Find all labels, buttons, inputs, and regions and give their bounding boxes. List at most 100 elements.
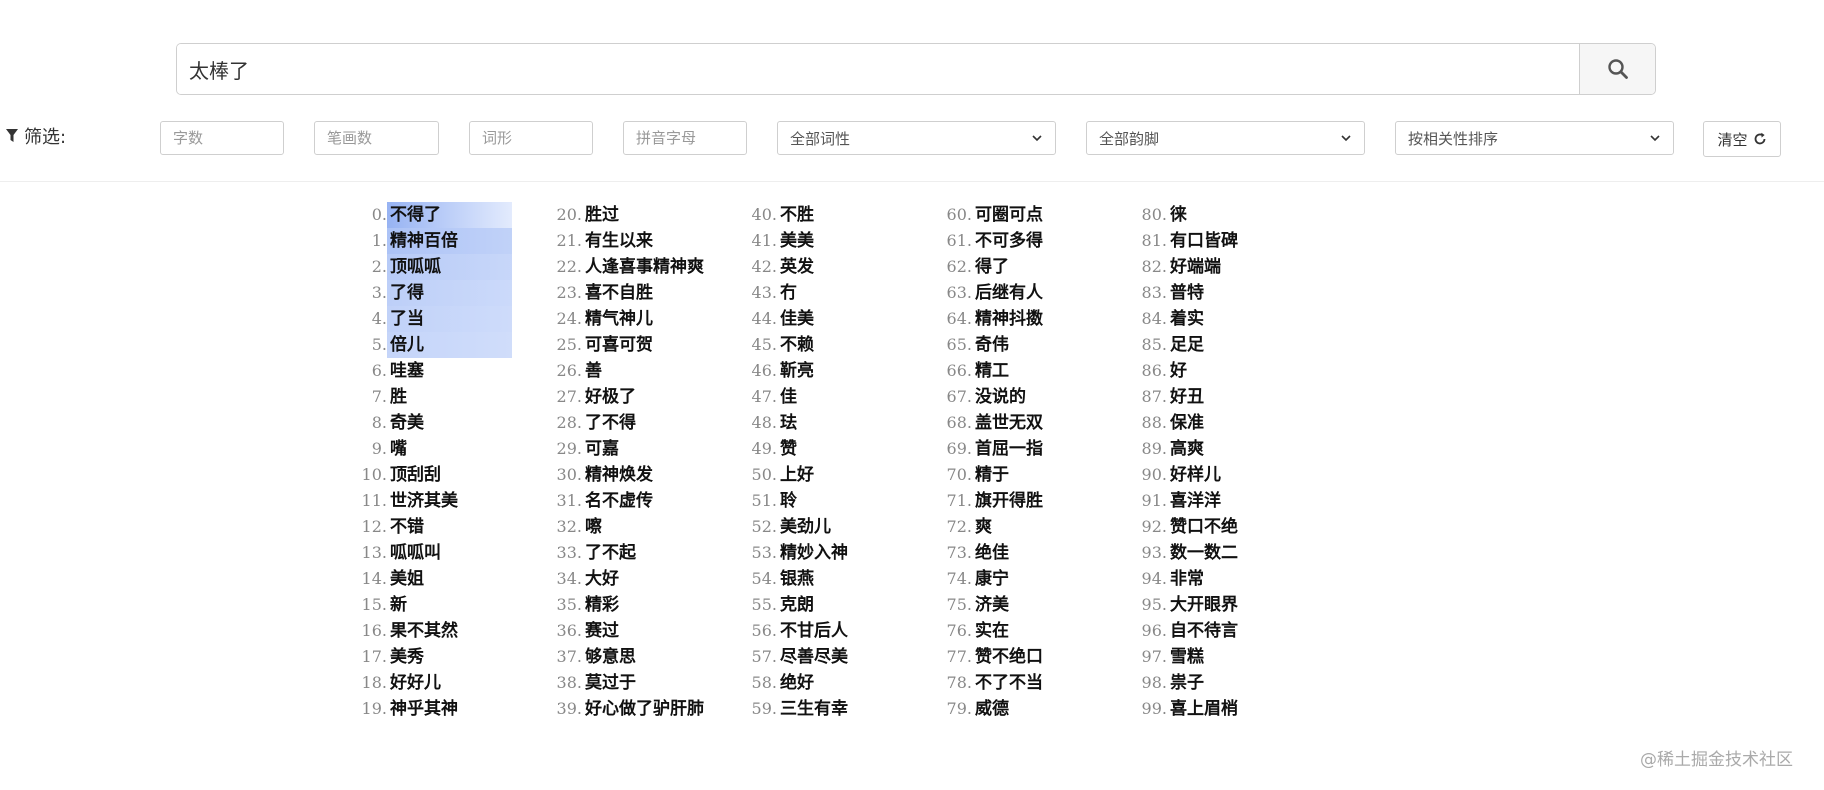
char-count-input[interactable] xyxy=(160,121,284,155)
result-item[interactable]: 24. 精气神儿 xyxy=(547,306,712,332)
result-item[interactable]: 28. 了不得 xyxy=(547,410,712,436)
result-item[interactable]: 95. 大开眼界 xyxy=(1132,592,1297,618)
result-item[interactable]: 37. 够意思 xyxy=(547,644,712,670)
result-item[interactable]: 29. 可嘉 xyxy=(547,436,712,462)
result-item[interactable]: 80. 徕 xyxy=(1132,202,1297,228)
result-item[interactable]: 77. 赞不绝口 xyxy=(937,644,1102,670)
result-item[interactable]: 26. 善 xyxy=(547,358,712,384)
result-item[interactable]: 92. 赞口不绝 xyxy=(1132,514,1297,540)
result-item[interactable]: 34. 大好 xyxy=(547,566,712,592)
result-item[interactable]: 73. 绝佳 xyxy=(937,540,1102,566)
pos-select[interactable]: 全部词性 xyxy=(777,121,1056,155)
result-item[interactable]: 65. 奇伟 xyxy=(937,332,1102,358)
result-item[interactable]: 40. 不胜 xyxy=(742,202,907,228)
result-item[interactable]: 66. 精工 xyxy=(937,358,1102,384)
result-item[interactable]: 53. 精妙入神 xyxy=(742,540,907,566)
result-item[interactable]: 47. 佳 xyxy=(742,384,907,410)
result-item[interactable]: 32. 嚓 xyxy=(547,514,712,540)
result-item[interactable]: 4. 了当 xyxy=(352,306,517,332)
result-item[interactable]: 5. 倍儿 xyxy=(352,332,517,358)
result-item[interactable]: 85. 足足 xyxy=(1132,332,1297,358)
result-item[interactable]: 94. 非常 xyxy=(1132,566,1297,592)
result-item[interactable]: 59. 三生有幸 xyxy=(742,696,907,722)
result-item[interactable]: 81. 有口皆碑 xyxy=(1132,228,1297,254)
result-item[interactable]: 49. 赞 xyxy=(742,436,907,462)
rhyme-select[interactable]: 全部韵脚 xyxy=(1086,121,1365,155)
result-item[interactable]: 89. 高爽 xyxy=(1132,436,1297,462)
result-item[interactable]: 86. 好 xyxy=(1132,358,1297,384)
result-item[interactable]: 87. 好丑 xyxy=(1132,384,1297,410)
result-item[interactable]: 78. 不了不当 xyxy=(937,670,1102,696)
result-item[interactable]: 7. 胜 xyxy=(352,384,517,410)
result-item[interactable]: 23. 喜不自胜 xyxy=(547,280,712,306)
result-item[interactable]: 12. 不错 xyxy=(352,514,517,540)
result-item[interactable]: 93. 数一数二 xyxy=(1132,540,1297,566)
stroke-count-input[interactable] xyxy=(314,121,439,155)
result-item[interactable]: 64. 精神抖擞 xyxy=(937,306,1102,332)
result-item[interactable]: 72. 爽 xyxy=(937,514,1102,540)
result-item[interactable]: 35. 精彩 xyxy=(547,592,712,618)
result-item[interactable]: 18. 好好儿 xyxy=(352,670,517,696)
result-item[interactable]: 19. 神乎其神 xyxy=(352,696,517,722)
result-item[interactable]: 8. 奇美 xyxy=(352,410,517,436)
result-item[interactable]: 20. 胜过 xyxy=(547,202,712,228)
search-input[interactable] xyxy=(177,44,1579,94)
result-item[interactable]: 99. 喜上眉梢 xyxy=(1132,696,1297,722)
result-item[interactable]: 82. 好端端 xyxy=(1132,254,1297,280)
result-item[interactable]: 48. 珐 xyxy=(742,410,907,436)
result-item[interactable]: 45. 不赖 xyxy=(742,332,907,358)
pinyin-input[interactable] xyxy=(623,121,747,155)
word-form-input[interactable] xyxy=(469,121,593,155)
result-item[interactable]: 68. 盖世无双 xyxy=(937,410,1102,436)
result-item[interactable]: 15. 新 xyxy=(352,592,517,618)
result-item[interactable]: 67. 没说的 xyxy=(937,384,1102,410)
result-item[interactable]: 36. 赛过 xyxy=(547,618,712,644)
result-item[interactable]: 63. 后继有人 xyxy=(937,280,1102,306)
result-item[interactable]: 70. 精于 xyxy=(937,462,1102,488)
result-item[interactable]: 83. 普特 xyxy=(1132,280,1297,306)
result-item[interactable]: 56. 不甘后人 xyxy=(742,618,907,644)
result-item[interactable]: 97. 雪糕 xyxy=(1132,644,1297,670)
result-item[interactable]: 74. 康宁 xyxy=(937,566,1102,592)
result-item[interactable]: 17. 美秀 xyxy=(352,644,517,670)
result-item[interactable]: 13. 呱呱叫 xyxy=(352,540,517,566)
result-item[interactable]: 54. 银燕 xyxy=(742,566,907,592)
result-item[interactable]: 75. 济美 xyxy=(937,592,1102,618)
result-item[interactable]: 60. 可圈可点 xyxy=(937,202,1102,228)
result-item[interactable]: 33. 了不起 xyxy=(547,540,712,566)
clear-button[interactable]: 清空 xyxy=(1703,121,1781,157)
search-button[interactable] xyxy=(1579,44,1655,94)
result-item[interactable]: 50. 上好 xyxy=(742,462,907,488)
result-item[interactable]: 3. 了得 xyxy=(352,280,517,306)
result-item[interactable]: 88. 保准 xyxy=(1132,410,1297,436)
result-item[interactable]: 96. 自不待言 xyxy=(1132,618,1297,644)
result-item[interactable]: 71. 旗开得胜 xyxy=(937,488,1102,514)
sort-select[interactable]: 按相关性排序 xyxy=(1395,121,1674,155)
result-item[interactable]: 0. 不得了 xyxy=(352,202,517,228)
result-item[interactable]: 79. 威德 xyxy=(937,696,1102,722)
result-item[interactable]: 10. 顶刮刮 xyxy=(352,462,517,488)
result-item[interactable]: 76. 实在 xyxy=(937,618,1102,644)
result-item[interactable]: 41. 美美 xyxy=(742,228,907,254)
result-item[interactable]: 9. 嘴 xyxy=(352,436,517,462)
result-item[interactable]: 38. 莫过于 xyxy=(547,670,712,696)
result-item[interactable]: 16. 果不其然 xyxy=(352,618,517,644)
result-item[interactable]: 58. 绝好 xyxy=(742,670,907,696)
result-item[interactable]: 61. 不可多得 xyxy=(937,228,1102,254)
result-item[interactable]: 6. 哇塞 xyxy=(352,358,517,384)
result-item[interactable]: 11. 世济其美 xyxy=(352,488,517,514)
result-item[interactable]: 27. 好极了 xyxy=(547,384,712,410)
result-item[interactable]: 21. 有生以来 xyxy=(547,228,712,254)
result-item[interactable]: 55. 克朗 xyxy=(742,592,907,618)
result-item[interactable]: 91. 喜洋洋 xyxy=(1132,488,1297,514)
result-item[interactable]: 30. 精神焕发 xyxy=(547,462,712,488)
result-item[interactable]: 84. 着实 xyxy=(1132,306,1297,332)
result-item[interactable]: 90. 好样儿 xyxy=(1132,462,1297,488)
result-item[interactable]: 69. 首屈一指 xyxy=(937,436,1102,462)
result-item[interactable]: 44. 佳美 xyxy=(742,306,907,332)
result-item[interactable]: 22. 人逢喜事精神爽 xyxy=(547,254,712,280)
result-item[interactable]: 52. 美劲儿 xyxy=(742,514,907,540)
result-item[interactable]: 39. 好心做了驴肝肺 xyxy=(547,696,712,722)
result-item[interactable]: 46. 靳亮 xyxy=(742,358,907,384)
result-item[interactable]: 31. 名不虚传 xyxy=(547,488,712,514)
